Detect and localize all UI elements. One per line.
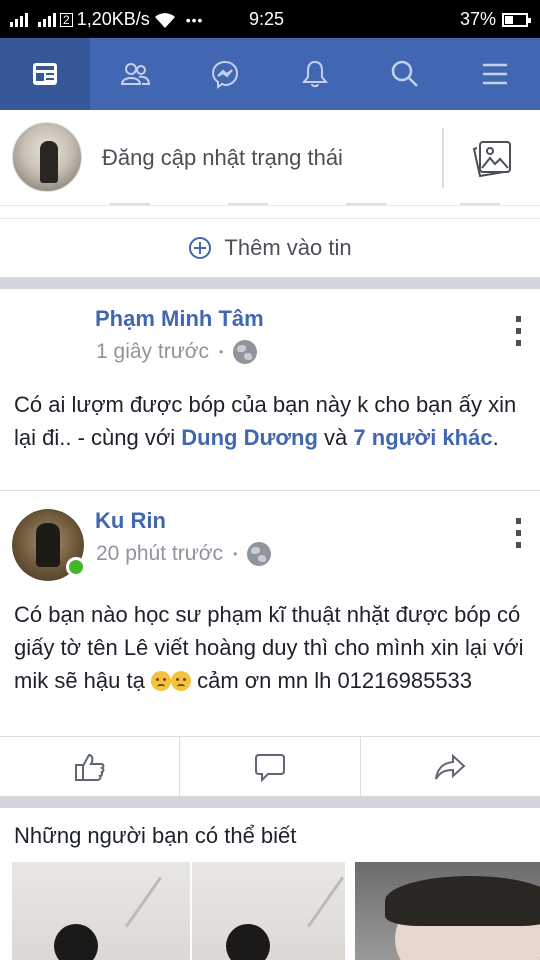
photo-icon[interactable]	[472, 140, 512, 178]
sim-number: 2	[60, 12, 73, 27]
section-gap	[0, 277, 540, 289]
post-menu-icon[interactable]	[512, 316, 524, 346]
tagged-others-link[interactable]: 7 người khác	[353, 425, 492, 450]
plus-circle-icon	[189, 236, 212, 259]
like-button[interactable]	[0, 737, 181, 796]
post-text-end: cảm ơn mn lh 01216985533	[190, 668, 473, 693]
avatar[interactable]	[12, 122, 82, 192]
post-text-joiner: và	[317, 425, 354, 450]
friend-suggestion-photo[interactable]	[12, 862, 345, 960]
section-gap	[0, 796, 540, 808]
post-actions	[0, 736, 540, 796]
post-author[interactable]: Phạm Minh Tâm	[95, 306, 264, 332]
people-you-may-know-title: Những người bạn có thể biết	[14, 823, 297, 848]
comment-icon	[254, 753, 285, 782]
messenger-icon	[211, 60, 239, 89]
comment-button[interactable]	[180, 737, 361, 796]
sad-face-emoji-icon	[150, 671, 171, 691]
share-icon	[435, 753, 466, 780]
composer-divider	[442, 128, 444, 188]
tab-news-feed[interactable]	[0, 38, 90, 110]
tagged-user-link[interactable]: Dung Dương	[181, 425, 318, 450]
post-text: Có ai lượm được bóp của bạn này k cho bạ…	[14, 388, 526, 454]
tab-messenger[interactable]	[180, 38, 270, 110]
search-icon	[391, 60, 418, 87]
globe-icon	[233, 340, 258, 364]
share-button[interactable]	[361, 737, 540, 796]
dot-separator: •	[233, 547, 238, 561]
post-time[interactable]: 20 phút trước	[96, 542, 223, 566]
network-speed: 1,20KB/s	[76, 9, 150, 29]
battery-icon	[502, 12, 531, 27]
tab-search[interactable]	[360, 38, 450, 110]
signal-icon	[38, 12, 56, 27]
clock: 9:25	[249, 9, 285, 29]
news-feed-icon	[33, 63, 57, 85]
more-status-icon: •••	[185, 11, 204, 28]
composer-separator	[0, 203, 540, 206]
dot-separator: •	[219, 345, 224, 359]
post-text-end: .	[492, 425, 499, 450]
friends-icon	[120, 63, 150, 85]
friend-suggestion-photo[interactable]	[355, 862, 540, 960]
battery-percent: 37%	[459, 9, 496, 29]
tab-notifications[interactable]	[270, 38, 360, 110]
online-indicator	[66, 557, 86, 577]
tab-menu[interactable]	[450, 38, 540, 110]
status-input[interactable]: Đăng cập nhật trạng thái	[102, 145, 343, 171]
notifications-icon	[301, 60, 329, 88]
tab-friends[interactable]	[90, 38, 180, 110]
sad-face-emoji-icon	[170, 671, 191, 691]
post-meta: 20 phút trước •	[96, 542, 272, 566]
status-bar: 2 1,20KB/s ••• 9:25 37%	[0, 0, 540, 38]
wifi-icon	[154, 12, 175, 28]
thumbs-up-icon	[74, 753, 105, 781]
add-story-label: Thêm vào tin	[224, 234, 352, 260]
signal-icon	[10, 12, 28, 27]
menu-icon	[483, 63, 507, 85]
top-nav	[0, 38, 540, 110]
post-divider	[0, 490, 540, 491]
post-time[interactable]: 1 giây trước	[96, 340, 209, 364]
add-to-story-button[interactable]: Thêm vào tin	[0, 218, 540, 276]
globe-icon	[247, 542, 272, 566]
post-menu-icon[interactable]	[512, 518, 524, 548]
post-meta: 1 giây trước •	[96, 340, 258, 364]
post-author[interactable]: Ku Rin	[95, 508, 166, 534]
post-text: Có bạn nào học sư phạm kĩ thuật nhặt đượ…	[14, 598, 528, 697]
